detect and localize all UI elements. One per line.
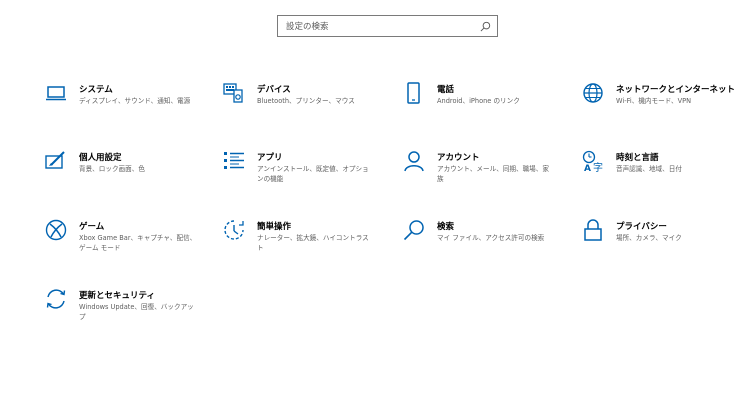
tile-desc: マイ ファイル、アクセス許可の検索 <box>437 234 545 242</box>
tile-phone[interactable]: 電話 Android、iPhone のリンク <box>403 82 573 132</box>
tile-desc: Xbox Game Bar、キャプチャ、配信、ゲーム モード <box>79 234 197 252</box>
xbox-icon <box>45 219 67 241</box>
tile-desc: ナレーター、拡大鏡、ハイコントラスト <box>257 234 369 252</box>
tile-title: 電話 <box>437 85 455 95</box>
tile-title: アカウント <box>437 153 480 163</box>
svg-text:字: 字 <box>593 161 603 172</box>
globe-icon <box>582 82 604 104</box>
laptop-icon <box>45 82 67 104</box>
lock-icon <box>582 219 604 241</box>
ease-of-access-icon <box>223 219 245 241</box>
personalization-icon <box>45 150 67 172</box>
tile-network[interactable]: ネットワークとインターネット Wi-Fi、機内モード、VPN <box>582 82 752 132</box>
tile-title: システム <box>79 85 113 95</box>
magnifier-icon <box>480 21 491 32</box>
tile-gaming[interactable]: ゲーム Xbox Game Bar、キャプチャ、配信、ゲーム モード <box>45 219 215 269</box>
sync-icon <box>45 288 67 310</box>
tile-title: デバイス <box>257 85 291 95</box>
person-icon <box>403 150 425 172</box>
tile-devices[interactable]: デバイス Bluetooth、プリンター、マウス <box>223 82 393 132</box>
tile-title: 時刻と言語 <box>616 153 659 163</box>
tile-desc: ディスプレイ、サウンド、通知、電源 <box>79 97 191 105</box>
tile-desc: Bluetooth、プリンター、マウス <box>257 97 355 105</box>
svg-text:A: A <box>584 164 591 172</box>
devices-icon <box>223 82 245 104</box>
tile-title: ゲーム <box>79 222 105 232</box>
tile-personalization[interactable]: 個人用設定 背景、ロック画面、色 <box>45 150 215 200</box>
tile-title: 更新とセキュリティ <box>79 291 155 301</box>
tile-title: ネットワークとインターネット <box>616 85 736 95</box>
time-language-icon: A字 <box>582 150 604 172</box>
tile-search[interactable]: 検索 マイ ファイル、アクセス許可の検索 <box>403 219 573 269</box>
tile-system[interactable]: システム ディスプレイ、サウンド、通知、電源 <box>45 82 215 132</box>
tile-desc: Wi-Fi、機内モード、VPN <box>616 97 692 105</box>
search-input[interactable]: 設定の検索 <box>277 15 498 37</box>
tile-privacy[interactable]: プライバシー 場所、カメラ、マイク <box>582 219 752 269</box>
tile-desc: 場所、カメラ、マイク <box>616 234 682 242</box>
tile-desc: Windows Update、回復、バックアップ <box>79 303 194 321</box>
tile-update-security[interactable]: 更新とセキュリティ Windows Update、回復、バックアップ <box>45 288 215 338</box>
tile-desc: Android、iPhone のリンク <box>437 97 520 105</box>
tile-accounts[interactable]: アカウント アカウント、メール、同期、職場、家族 <box>403 150 573 200</box>
tile-time-language[interactable]: A字 時刻と言語 音声認識、地域、日付 <box>582 150 752 200</box>
tile-desc: 背景、ロック画面、色 <box>79 165 145 173</box>
search-icon <box>403 219 425 241</box>
tile-desc: アカウント、メール、同期、職場、家族 <box>437 165 549 183</box>
apps-list-icon <box>223 150 245 172</box>
tile-apps[interactable]: アプリ アンインストール、既定値、オプションの機能 <box>223 150 393 200</box>
search-placeholder: 設定の検索 <box>286 22 329 32</box>
tile-desc: 音声認識、地域、日付 <box>616 165 682 173</box>
tile-title: プライバシー <box>616 222 667 232</box>
tile-desc: アンインストール、既定値、オプションの機能 <box>257 165 369 183</box>
tile-ease-of-access[interactable]: 簡単操作 ナレーター、拡大鏡、ハイコントラスト <box>223 219 393 269</box>
tile-title: 検索 <box>437 222 455 232</box>
phone-icon <box>403 82 425 104</box>
tile-title: 個人用設定 <box>79 153 122 163</box>
tile-title: アプリ <box>257 153 283 163</box>
tile-title: 簡単操作 <box>257 222 292 232</box>
